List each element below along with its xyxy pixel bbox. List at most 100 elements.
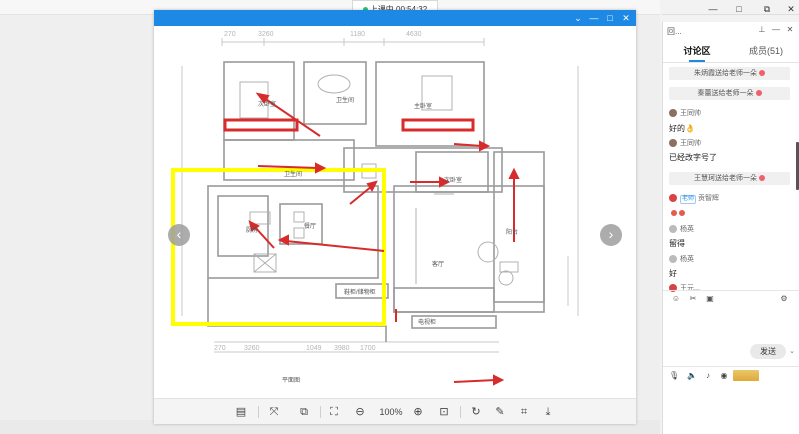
message-author: 杨英 bbox=[669, 225, 694, 235]
message-text bbox=[669, 207, 685, 218]
avatar[interactable] bbox=[669, 139, 677, 148]
discussion-panel: 回... ⊥ — ✕ 讨论区 成员(51) 朱炳霞送给老师一朵 秦蕾送给老师一朵… bbox=[662, 22, 799, 434]
toolbar-separator bbox=[320, 406, 321, 418]
fullscreen-icon[interactable]: ⛶ bbox=[326, 404, 342, 420]
avatar[interactable] bbox=[669, 194, 677, 203]
flower-icon bbox=[759, 70, 765, 77]
viewer-titlebar: ⌄ — □ ✕ bbox=[154, 10, 636, 26]
dim-label-6: 1049 bbox=[306, 345, 322, 352]
viewer-dropdown-icon[interactable]: ⌄ bbox=[572, 12, 584, 24]
edit-icon[interactable]: ✎ bbox=[492, 404, 508, 420]
toolbar-separator bbox=[460, 406, 461, 418]
plan-label-6: 次卧室 bbox=[444, 176, 462, 184]
panel-minimize-icon[interactable]: — bbox=[771, 24, 781, 36]
panel-title: 回... bbox=[667, 27, 682, 36]
rotate-icon[interactable]: ↻ bbox=[468, 404, 484, 420]
scissors-icon[interactable]: ✂ bbox=[688, 294, 698, 304]
pin-icon[interactable]: ⊥ bbox=[757, 24, 767, 36]
panel-header: 回... ⊥ — ✕ bbox=[663, 22, 799, 40]
toolbar-separator bbox=[258, 406, 259, 418]
plan-label-7: 客厅 bbox=[432, 260, 444, 268]
panel-tabs: 讨论区 成员(51) bbox=[663, 40, 799, 63]
avatar[interactable] bbox=[669, 225, 677, 234]
camera-icon[interactable]: ◉ bbox=[719, 371, 729, 381]
plan-label-3: 卫生间 bbox=[284, 170, 302, 178]
message-text: 已经改字号了 bbox=[669, 153, 717, 162]
system-message: 秦蕾送给老师一朵 bbox=[669, 87, 790, 100]
original-ratio-icon[interactable]: ⊡ bbox=[436, 404, 452, 420]
fit-screen-icon[interactable]: ⤧ bbox=[266, 404, 282, 420]
document-viewer-window: ⌄ — □ ✕ 次卧室 卫生间 主卧室 卫生间 厨房 餐厅 次卧室 客厅 阳台 … bbox=[154, 10, 636, 424]
plan-label-5: 餐厅 bbox=[304, 222, 316, 230]
viewer-maximize-icon[interactable]: □ bbox=[604, 12, 616, 24]
dim-label-8: 1700 bbox=[360, 345, 376, 352]
flower-icon bbox=[759, 175, 765, 182]
avatar[interactable] bbox=[669, 109, 677, 118]
panel-close-icon[interactable]: ✕ bbox=[785, 24, 795, 36]
message-list[interactable]: 朱炳霞送给老师一朵 秦蕾送给老师一朵 王同帅 好的👌 王同帅 已经改字号了 王慧… bbox=[663, 63, 796, 297]
settings-icon[interactable]: ⚙ bbox=[779, 294, 789, 304]
zoom-out-icon[interactable]: ⊖ bbox=[352, 404, 368, 420]
dim-label-7: 3980 bbox=[334, 345, 350, 352]
image-icon[interactable]: ▣ bbox=[705, 294, 715, 304]
tab-discussion[interactable]: 讨论区 bbox=[663, 40, 731, 62]
flower-icon bbox=[679, 209, 685, 216]
author-name: 王同帅 bbox=[680, 110, 701, 117]
floor-plan-canvas[interactable]: 次卧室 卫生间 主卧室 卫生间 厨房 餐厅 次卧室 客厅 阳台 鞋柜/储物柜 电… bbox=[154, 26, 636, 404]
app-restore-icon[interactable]: ⧉ bbox=[762, 4, 772, 14]
zoom-level: 100% bbox=[379, 407, 403, 417]
speaker-icon[interactable]: 🔈 bbox=[687, 371, 697, 381]
system-message: 王慧珂送给老师一朵 bbox=[669, 172, 790, 185]
download-icon[interactable]: ⤓ bbox=[540, 404, 556, 420]
app-maximize-icon[interactable]: □ bbox=[734, 4, 744, 14]
prev-page-button[interactable]: ‹ bbox=[168, 224, 190, 246]
plan-label-4: 厨房 bbox=[246, 226, 258, 234]
plan-label-1: 卫生间 bbox=[336, 96, 354, 104]
send-button[interactable]: 发送 bbox=[750, 344, 786, 359]
plan-label-8: 阳台 bbox=[506, 228, 518, 236]
author-name: 杨英 bbox=[680, 226, 694, 233]
flower-icon bbox=[755, 90, 762, 97]
avatar[interactable] bbox=[669, 255, 677, 264]
plan-label-10: 电视柜 bbox=[418, 318, 436, 326]
app-close-icon[interactable]: ✕ bbox=[786, 4, 796, 14]
plan-label-2: 主卧室 bbox=[414, 102, 432, 110]
plan-label-9: 鞋柜/储物柜 bbox=[344, 288, 376, 296]
dim-label-0: 270 bbox=[224, 31, 236, 38]
next-page-button[interactable]: › bbox=[600, 224, 622, 246]
dim-label-4: 270 bbox=[214, 345, 226, 352]
plan-label-11: 平面图 bbox=[282, 377, 300, 384]
viewer-minimize-icon[interactable]: — bbox=[588, 12, 600, 24]
actual-size-icon[interactable]: ⧉ bbox=[296, 404, 312, 420]
dim-label-2: 1180 bbox=[350, 31, 365, 38]
author-name: 杨英 bbox=[680, 256, 694, 263]
message-author: 老师 贡智辉 bbox=[669, 194, 719, 204]
message-text: 好的👌 bbox=[669, 124, 695, 133]
floor-plan-drawing: 次卧室 卫生间 主卧室 卫生间 厨房 餐厅 次卧室 客厅 阳台 鞋柜/储物柜 电… bbox=[171, 31, 579, 386]
microphone-icon[interactable]: 🎙 bbox=[669, 371, 679, 381]
zoom-in-icon[interactable]: ⊕ bbox=[410, 404, 426, 420]
message-author: 王同帅 bbox=[669, 139, 701, 149]
flower-icon bbox=[671, 209, 677, 216]
active-tab-indicator bbox=[689, 60, 705, 62]
viewer-close-icon[interactable]: ✕ bbox=[620, 12, 632, 24]
author-name: 王同帅 bbox=[680, 140, 701, 147]
dim-label-3: 4630 bbox=[406, 31, 422, 38]
tab-members[interactable]: 成员(51) bbox=[732, 40, 799, 62]
app-minimize-icon[interactable]: — bbox=[708, 4, 718, 14]
send-options-icon[interactable]: ⌄ bbox=[787, 344, 797, 359]
music-icon[interactable]: ♪ bbox=[703, 371, 713, 381]
thumbnail-layout-icon[interactable]: ▤ bbox=[233, 404, 249, 420]
system-message-text: 王慧珂送给老师一朵 bbox=[694, 175, 757, 182]
message-author: 王同帅 bbox=[669, 109, 701, 119]
message-text: 好 bbox=[669, 269, 677, 278]
teacher-role-badge: 老师 bbox=[680, 195, 697, 204]
input-toolbar: ☺ ✂ ▣ ⚙ bbox=[663, 290, 799, 307]
media-toolbar: 🎙 🔈 ♪ ◉ bbox=[663, 366, 799, 385]
system-message-text: 朱炳霞送给老师一朵 bbox=[694, 70, 757, 77]
crop-icon[interactable]: ⌗ bbox=[516, 404, 532, 420]
system-message: 朱炳霞送给老师一朵 bbox=[669, 67, 790, 80]
emoji-icon[interactable]: ☺ bbox=[671, 294, 681, 304]
system-message-text: 秦蕾送给老师一朵 bbox=[697, 90, 754, 97]
message-text: 留得 bbox=[669, 239, 685, 248]
